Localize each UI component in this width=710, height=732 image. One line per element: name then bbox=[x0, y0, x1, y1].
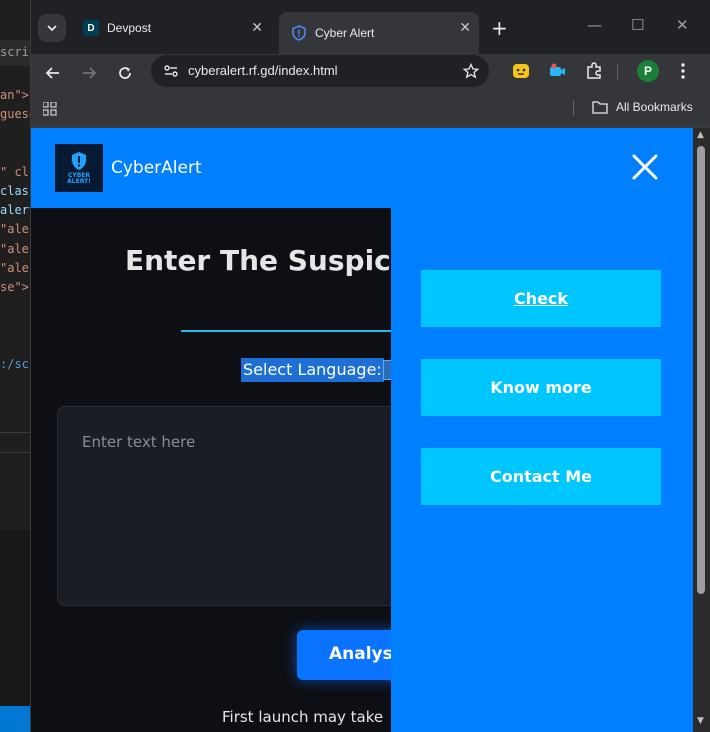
editor-code-line: clas bbox=[0, 183, 29, 198]
shield-favicon-icon bbox=[292, 25, 306, 41]
editor-code-line bbox=[0, 146, 30, 165]
extension-camera-icon[interactable] bbox=[547, 61, 567, 81]
reload-button[interactable] bbox=[114, 62, 136, 84]
tab-devpost[interactable]: D Devpost ✕ bbox=[71, 12, 271, 44]
first-launch-note: First launch may take bbox=[222, 708, 384, 726]
scrollbar-thumb[interactable] bbox=[697, 146, 705, 594]
editor-code-line bbox=[0, 433, 30, 452]
devpost-favicon-icon: D bbox=[83, 20, 99, 36]
editor-code-line: guese bbox=[0, 107, 30, 122]
editor-code-line bbox=[0, 337, 30, 356]
side-menu-panel: Check Know more Contact Me bbox=[391, 208, 693, 732]
minimize-icon[interactable]: — bbox=[587, 16, 602, 34]
folder-icon bbox=[592, 101, 608, 114]
profile-avatar[interactable]: P bbox=[637, 60, 659, 82]
editor-code-line: se"> bbox=[0, 279, 29, 294]
shield-logo-icon bbox=[72, 152, 86, 170]
heading-underline bbox=[181, 330, 421, 332]
editor-code-line bbox=[0, 472, 30, 491]
site-settings-icon[interactable] bbox=[163, 63, 179, 79]
apps-grid-icon[interactable] bbox=[43, 102, 57, 116]
tab-strip: D Devpost ✕ Cyber Alert ✕ + — ☐ ✕ bbox=[31, 0, 710, 54]
bookmarks-separator bbox=[573, 100, 574, 116]
editor-code-line: " cl bbox=[0, 164, 29, 179]
arrow-right-icon bbox=[83, 67, 97, 79]
background-code-editor: script an"> guese " cl clas alert "aler "aler… bbox=[0, 0, 30, 732]
close-tab-icon[interactable]: ✕ bbox=[251, 20, 263, 36]
editor-code-line: "aler bbox=[0, 222, 30, 237]
close-tab-icon[interactable]: ✕ bbox=[459, 20, 471, 36]
editor-status-bar bbox=[0, 706, 30, 732]
chevron-down-icon bbox=[47, 25, 57, 32]
editor-divider bbox=[0, 432, 30, 433]
browser-toolbar: cyberalert.rf.gd/index.html P bbox=[31, 54, 710, 92]
scroll-down-icon[interactable]: ▼ bbox=[697, 716, 704, 726]
menu-contact-button[interactable]: Contact Me bbox=[421, 448, 661, 505]
logo-text: CYBER ALERT! bbox=[67, 172, 91, 185]
page-heading: Enter The Suspicio bbox=[125, 244, 420, 277]
editor-code-line bbox=[0, 299, 30, 318]
tab-title: Devpost bbox=[107, 21, 152, 35]
address-bar[interactable]: cyberalert.rf.gd/index.html bbox=[151, 55, 489, 87]
editor-divider bbox=[0, 452, 30, 453]
arrow-left-icon bbox=[45, 67, 59, 79]
bookmarks-bar: All Bookmarks bbox=[31, 92, 710, 128]
more-menu-icon[interactable] bbox=[673, 61, 693, 81]
select-language-label: Select Language: bbox=[241, 358, 384, 382]
new-tab-button[interactable]: + bbox=[491, 16, 508, 40]
tab-title: Cyber Alert bbox=[315, 26, 375, 40]
editor-code-line bbox=[0, 318, 30, 337]
editor-code-line: alert bbox=[0, 203, 30, 218]
url-text: cyberalert.rf.gd/index.html bbox=[188, 63, 338, 78]
editor-code-line: :/scr bbox=[0, 356, 30, 371]
forward-button[interactable] bbox=[78, 62, 100, 84]
page-scrollbar[interactable]: ▲ ▼ bbox=[693, 128, 710, 732]
site-header: CYBER ALERT! CyberAlert bbox=[31, 128, 693, 208]
browser-window: D Devpost ✕ Cyber Alert ✕ + — ☐ ✕ cybera… bbox=[30, 0, 710, 732]
editor-code-line: "aler bbox=[0, 241, 30, 256]
editor-code-line bbox=[0, 376, 30, 395]
cyberalert-logo[interactable]: CYBER ALERT! bbox=[55, 144, 103, 192]
all-bookmarks-label: All Bookmarks bbox=[616, 100, 693, 114]
toolbar-separator bbox=[617, 64, 618, 80]
editor-code-line bbox=[0, 510, 30, 529]
scroll-up-icon[interactable]: ▲ bbox=[697, 130, 704, 140]
editor-code-line bbox=[0, 491, 30, 510]
editor-code-line bbox=[0, 453, 30, 472]
extensions-puzzle-icon[interactable] bbox=[584, 61, 604, 81]
tab-search-button[interactable] bbox=[38, 14, 66, 42]
editor-terminal-panel bbox=[0, 530, 30, 710]
reload-icon bbox=[119, 67, 131, 79]
page-viewport: CYBER ALERT! CyberAlert Enter The Suspici… bbox=[31, 128, 693, 732]
close-menu-icon[interactable] bbox=[630, 152, 660, 182]
editor-tab-fragment: script bbox=[0, 40, 30, 66]
editor-code-line: an"> bbox=[0, 88, 29, 102]
editor-code-line bbox=[0, 414, 30, 433]
editor-code-line: "aler bbox=[0, 260, 30, 275]
bookmark-star-icon[interactable] bbox=[463, 63, 479, 79]
brand-name[interactable]: CyberAlert bbox=[111, 158, 202, 178]
menu-check-button[interactable]: Check bbox=[421, 270, 661, 327]
menu-know-more-button[interactable]: Know more bbox=[421, 359, 661, 416]
all-bookmarks-button[interactable]: All Bookmarks bbox=[592, 100, 693, 114]
editor-code-line bbox=[0, 126, 30, 145]
extension-face-icon[interactable] bbox=[511, 61, 531, 81]
editor-code-line bbox=[0, 395, 30, 414]
tab-cyber-alert[interactable]: Cyber Alert ✕ bbox=[279, 12, 479, 54]
back-button[interactable] bbox=[42, 62, 64, 84]
close-window-icon[interactable]: ✕ bbox=[676, 16, 689, 34]
maximize-icon[interactable]: ☐ bbox=[631, 16, 644, 34]
